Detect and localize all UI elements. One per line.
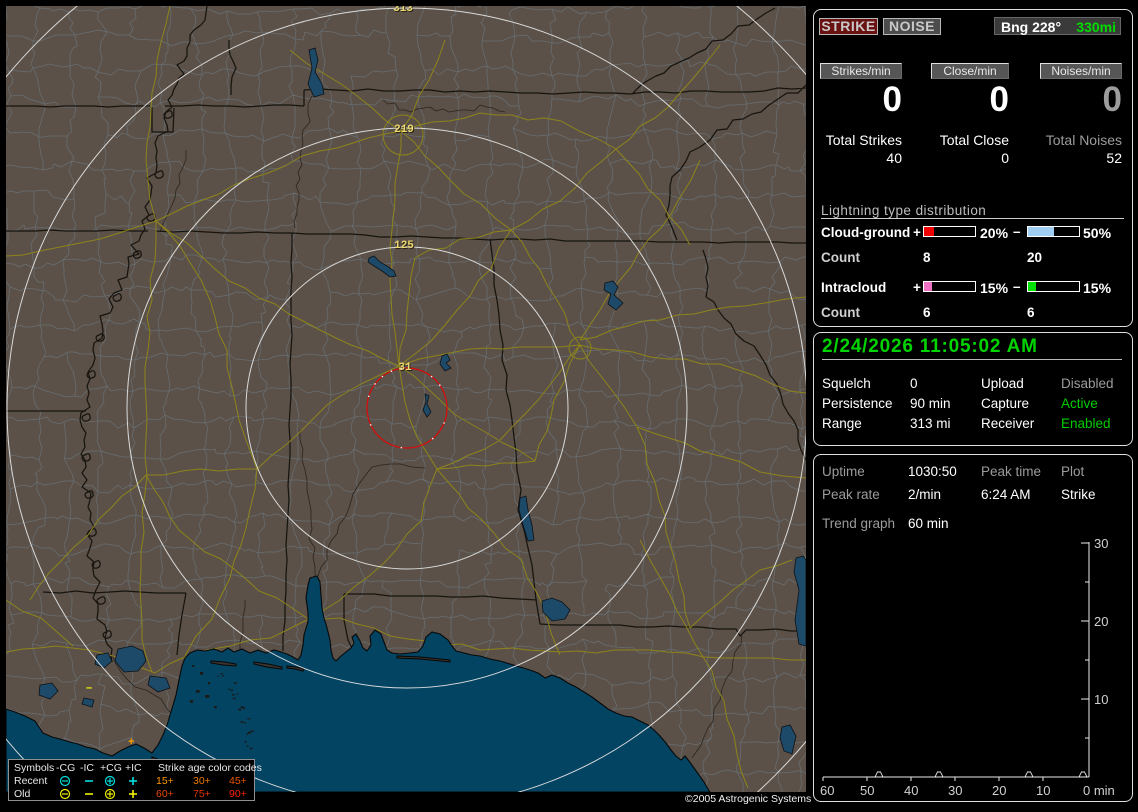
- svg-text:–: –: [86, 682, 92, 694]
- svg-text:10: 10: [1036, 783, 1050, 798]
- svg-text:31: 31: [398, 362, 412, 374]
- svg-text:50: 50: [860, 783, 874, 798]
- svg-text:30: 30: [1094, 536, 1108, 551]
- svg-text:30: 30: [948, 783, 962, 798]
- svg-text:40: 40: [904, 783, 918, 798]
- svg-text:10: 10: [1094, 692, 1108, 707]
- svg-text:313: 313: [393, 6, 413, 15]
- svg-text:0 min: 0 min: [1083, 783, 1115, 798]
- svg-text:20: 20: [992, 783, 1006, 798]
- svg-text:219: 219: [394, 124, 414, 136]
- svg-text:20: 20: [1094, 614, 1108, 629]
- svg-text:+: +: [128, 736, 134, 748]
- svg-text:125: 125: [394, 240, 414, 252]
- svg-text:60: 60: [820, 783, 834, 798]
